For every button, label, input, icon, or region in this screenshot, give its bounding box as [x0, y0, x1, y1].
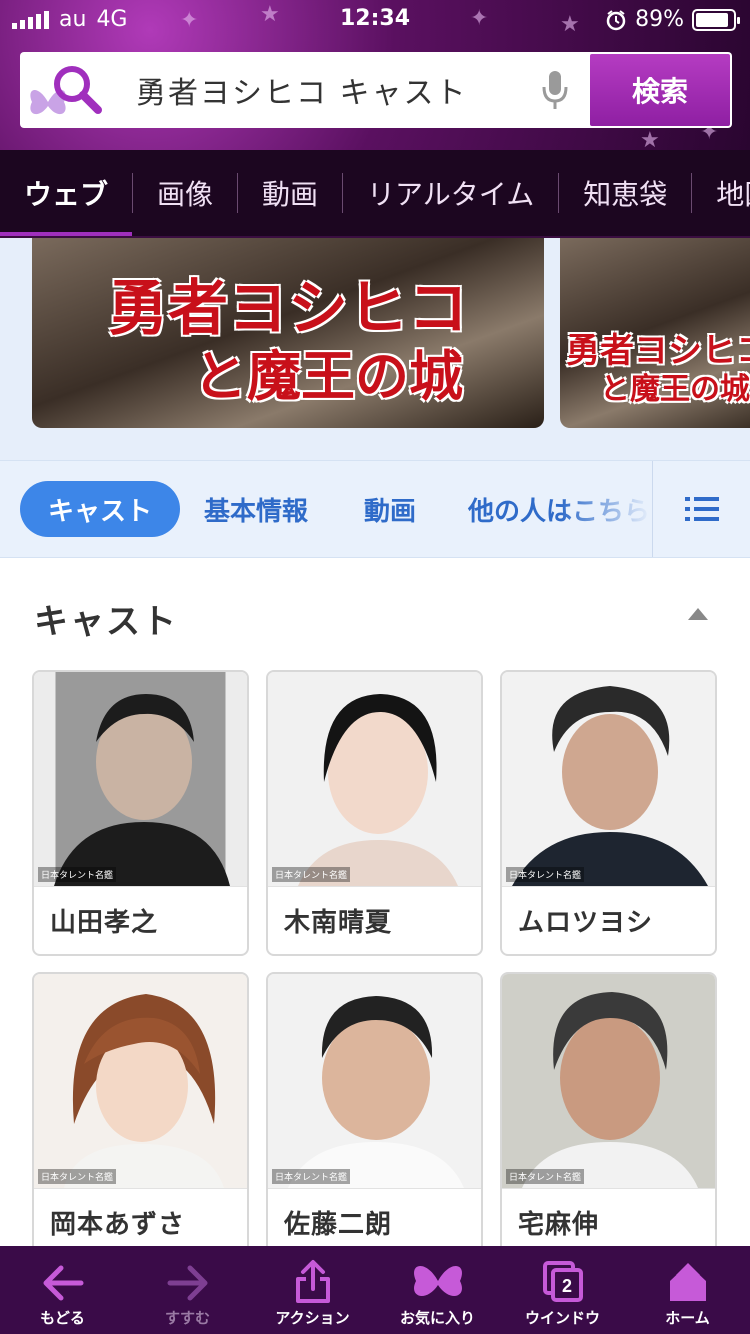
arrow-left-icon	[43, 1265, 83, 1301]
share-icon	[295, 1260, 330, 1303]
cast-photo: 日本タレント名鑑	[268, 672, 481, 886]
search-logo	[20, 52, 120, 128]
photo-credit: 日本タレント名鑑	[506, 867, 585, 882]
alarm-icon	[606, 9, 626, 30]
section-nav: キャスト 基本情報 動画 他の人はこちら	[0, 460, 750, 558]
cast-photo: 日本タレント名鑑	[268, 974, 481, 1188]
action-button[interactable]: アクション	[250, 1246, 375, 1334]
bottom-toolbar: もどる すすむ アクション お気に入り 2 ウインドウ ホーム	[0, 1246, 750, 1334]
photo-credit: 日本タレント名鑑	[38, 1169, 117, 1184]
search-icon	[54, 66, 102, 114]
collapse-triangle-icon[interactable]	[688, 608, 708, 620]
cast-photo: 日本タレント名鑑	[502, 974, 715, 1188]
cast-card[interactable]: 日本タレント名鑑 宅麻伸	[500, 972, 717, 1258]
cast-section: キャスト 日本タレント名鑑 山田孝之 日本タレント名鑑 木南晴夏 日本タレント名…	[0, 558, 750, 1258]
window-label: ウインドウ	[524, 1309, 600, 1327]
cast-name: ムロツヨシ	[502, 886, 715, 954]
person-silhouette	[288, 996, 464, 1188]
back-label: もどる	[40, 1309, 85, 1327]
home-icon	[669, 1263, 706, 1301]
tab-chiebukuro[interactable]: 知恵袋	[559, 150, 691, 236]
home-button[interactable]: ホーム	[625, 1246, 750, 1334]
window-count: 2	[561, 1276, 571, 1296]
microphone-icon	[542, 71, 568, 109]
photo-credit: 日本タレント名鑑	[272, 1169, 351, 1184]
forward-label: すすむ	[164, 1309, 210, 1327]
chip-cast[interactable]: キャスト	[20, 481, 180, 537]
poster-title: 勇者ヨシヒコ	[108, 274, 468, 344]
windows-icon: 2	[542, 1261, 583, 1302]
back-button[interactable]: もどる	[0, 1246, 125, 1334]
chip-video[interactable]: 動画	[364, 481, 416, 537]
photo-credit: 日本タレント名鑑	[38, 867, 117, 882]
cast-card[interactable]: 日本タレント名鑑 岡本あずさ	[32, 972, 249, 1258]
chip-basic-info[interactable]: 基本情報	[204, 481, 308, 537]
tab-web[interactable]: ウェブ	[0, 150, 133, 236]
person-silhouette	[64, 994, 224, 1188]
photo-credit: 日本タレント名鑑	[506, 1169, 585, 1184]
cast-name: 山田孝之	[34, 886, 247, 954]
chip-fade	[560, 461, 652, 557]
favorites-button[interactable]: お気に入り	[375, 1246, 500, 1334]
photo-credit: 日本タレント名鑑	[272, 867, 351, 882]
image-carousel: 勇者ヨシヒコ と魔王の城 勇者ヨシヒコ と魔王の城	[0, 238, 750, 460]
status-bar: au 4G 12:34 89%	[0, 0, 750, 40]
action-label: アクション	[275, 1309, 350, 1327]
butterfly-icon	[413, 1265, 462, 1297]
poster-title: 勇者ヨシヒコ	[566, 331, 750, 371]
cast-card[interactable]: 日本タレント名鑑 木南晴夏	[266, 670, 483, 956]
cast-card[interactable]: 日本タレント名鑑 佐藤二朗	[266, 972, 483, 1258]
cast-photo: 日本タレント名鑑	[34, 974, 247, 1188]
battery-percent: 89%	[635, 7, 684, 32]
person-silhouette	[522, 992, 698, 1188]
search-type-tabs: ウェブ 画像 動画 リアルタイム 知恵袋 地図	[0, 150, 750, 238]
window-button[interactable]: 2 ウインドウ	[500, 1246, 625, 1334]
battery-icon	[692, 8, 740, 31]
tab-videos[interactable]: 動画	[238, 150, 342, 236]
person-silhouette	[512, 686, 708, 886]
poster-image[interactable]: 勇者ヨシヒコ と魔王の城	[32, 238, 544, 428]
search-input[interactable]: 勇者ヨシヒコ キャスト	[120, 68, 520, 112]
voice-search-button[interactable]	[520, 52, 590, 128]
poster-image[interactable]: 勇者ヨシヒコ と魔王の城	[560, 238, 750, 428]
list-icon	[684, 497, 719, 521]
forward-button[interactable]: すすむ	[125, 1246, 250, 1334]
section-title: キャスト	[34, 602, 178, 642]
person-silhouette	[298, 694, 458, 886]
poster-subtitle: と魔王の城	[193, 344, 463, 408]
person-silhouette	[54, 694, 230, 886]
search-button[interactable]: 検索	[590, 54, 730, 126]
cast-photo: 日本タレント名鑑	[34, 672, 247, 886]
section-menu-button[interactable]	[652, 461, 750, 557]
tab-realtime[interactable]: リアルタイム	[343, 150, 558, 236]
battery-fill	[696, 12, 729, 27]
poster-subtitle: と魔王の城	[600, 372, 750, 407]
arrow-right-icon	[167, 1265, 207, 1301]
app-header: ✦ ★ ✦ ★ ✦ ★ au 4G 12:34 89% 勇者ヨシヒコ キャスト …	[0, 0, 750, 150]
tab-images[interactable]: 画像	[133, 150, 237, 236]
cast-card[interactable]: 日本タレント名鑑 ムロツヨシ	[500, 670, 717, 956]
cast-name: 木南晴夏	[268, 886, 481, 954]
search-bar[interactable]: 勇者ヨシヒコ キャスト 検索	[20, 52, 732, 128]
home-label: ホーム	[665, 1309, 710, 1327]
cast-photo: 日本タレント名鑑	[502, 672, 715, 886]
cast-card[interactable]: 日本タレント名鑑 山田孝之	[32, 670, 249, 956]
tab-map[interactable]: 地図	[692, 150, 750, 236]
favorites-label: お気に入り	[399, 1309, 475, 1327]
